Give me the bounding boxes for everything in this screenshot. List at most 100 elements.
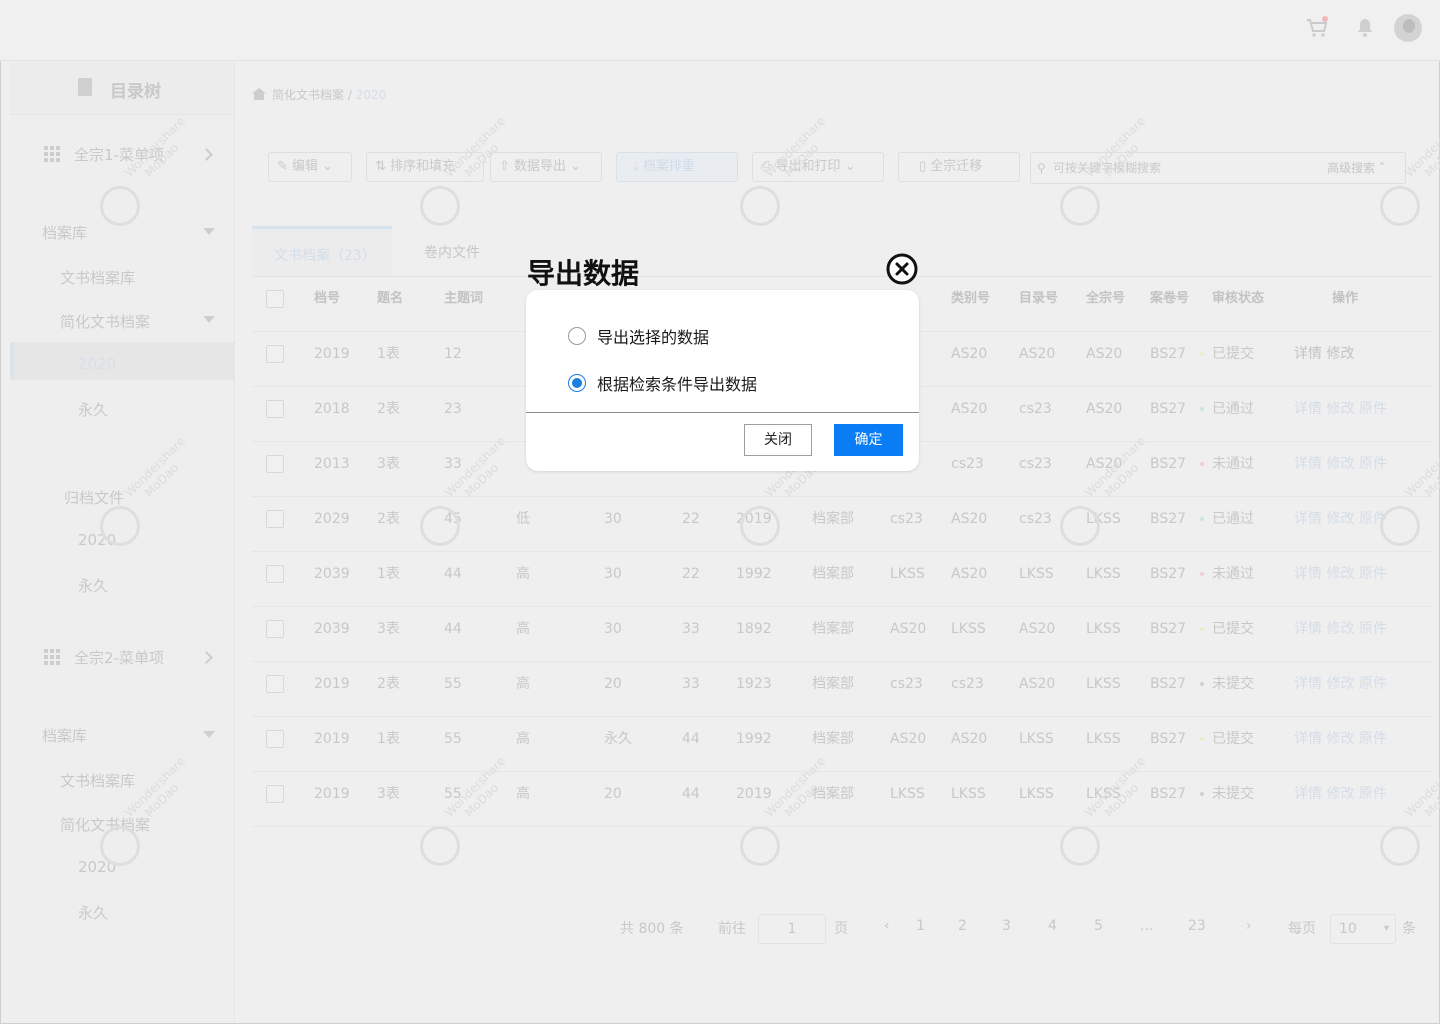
next-page-button[interactable]: › bbox=[1246, 918, 1252, 934]
sidebar-item-simplified[interactable]: 简化文书档案 bbox=[60, 311, 150, 332]
option-export-selected[interactable]: 导出选择的数据 bbox=[568, 324, 709, 348]
sidebar-item-permanent[interactable]: 永久 bbox=[78, 575, 108, 596]
page-button[interactable]: 3 bbox=[1002, 918, 1011, 934]
table-cell: 2018 bbox=[314, 401, 350, 417]
chevron-right-icon[interactable] bbox=[200, 651, 213, 664]
print-button[interactable]: ⎙ 导出和打印 ⌄ bbox=[752, 152, 884, 182]
row-actions[interactable]: 详情 修改 原件 bbox=[1294, 386, 1387, 441]
table-cell: 已提交 bbox=[1200, 716, 1254, 771]
page-button[interactable]: 2 bbox=[958, 918, 967, 934]
row-checkbox[interactable] bbox=[266, 455, 284, 473]
table-cell: 1表 bbox=[377, 566, 400, 582]
page-button[interactable]: 1 bbox=[916, 918, 925, 934]
row-actions[interactable]: 详情 修改 原件 bbox=[1294, 551, 1387, 606]
bell-icon[interactable] bbox=[1352, 14, 1378, 40]
confirm-button[interactable]: 确定 bbox=[834, 424, 903, 456]
row-checkbox[interactable] bbox=[266, 345, 284, 363]
page-button[interactable]: 5 bbox=[1094, 918, 1103, 934]
cart-icon[interactable] bbox=[1304, 14, 1330, 40]
table-row[interactable]: 2039 1表 44 高 30 22 1992 档案部 LKSS AS20 LKSS LKSS BS27… bbox=[252, 551, 1432, 607]
tab-documents[interactable]: 文书档案（23） bbox=[252, 226, 392, 276]
table-cell: AS20 bbox=[1019, 676, 1056, 692]
data-export-button[interactable]: ⇧ 数据导出 ⌄ bbox=[490, 152, 602, 182]
table-cell: 永久 bbox=[604, 731, 632, 747]
radio-export-selected[interactable] bbox=[568, 327, 586, 345]
caret-down-icon[interactable] bbox=[203, 316, 215, 323]
status-dot bbox=[1200, 682, 1204, 686]
table-row[interactable]: 2039 3表 44 高 30 33 1892 档案部 AS20 LKSS AS20 LKSS BS27… bbox=[252, 606, 1432, 662]
table-cell: 44 bbox=[682, 786, 700, 802]
table-cell: 2表 bbox=[377, 511, 400, 527]
dedupe-button[interactable]: ⤓ 档案排重 bbox=[616, 152, 738, 182]
edit-button[interactable]: ✎ 编辑 ⌄ bbox=[268, 152, 352, 182]
sidebar-item-fonds1[interactable]: 全宗1-菜单项 bbox=[74, 144, 164, 165]
close-button[interactable]: 关闭 bbox=[744, 424, 812, 456]
migrate-button[interactable]: ▯ 全宗迁移 bbox=[898, 152, 1020, 182]
prev-page-button[interactable]: ‹ bbox=[884, 918, 890, 934]
table-cell: 低 bbox=[516, 511, 530, 527]
row-actions[interactable]: 详情 修改 原件 bbox=[1294, 771, 1387, 826]
row-actions[interactable]: 详情 修改 原件 bbox=[1294, 496, 1387, 551]
tab-volume-files[interactable]: 卷内文件 bbox=[404, 226, 504, 276]
column-header: 审核状态 bbox=[1212, 291, 1265, 306]
table-cell: 55 bbox=[444, 786, 462, 802]
select-all-checkbox[interactable] bbox=[266, 290, 284, 308]
caret-down-icon[interactable] bbox=[203, 731, 215, 738]
sidebar-item-filed[interactable]: 归档文件 bbox=[64, 487, 124, 508]
page-button[interactable]: 23 bbox=[1188, 918, 1206, 934]
option-export-by-filter-label: 根据检索条件导出数据 bbox=[597, 375, 758, 394]
table-cell: LKSS bbox=[1086, 786, 1121, 802]
row-actions[interactable]: 详情 修改 原件 bbox=[1294, 716, 1387, 771]
row-checkbox[interactable] bbox=[266, 620, 284, 638]
table-cell: AS20 bbox=[1019, 621, 1056, 637]
search-input[interactable]: ⚲ 可按关键字模糊搜索 高级搜索 ˄ bbox=[1030, 152, 1406, 184]
row-checkbox[interactable] bbox=[266, 565, 284, 583]
table-cell: 3表 bbox=[377, 786, 400, 802]
status-dot bbox=[1200, 627, 1204, 631]
table-row[interactable]: 2019 2表 55 高 20 33 1923 档案部 cs23 cs23 AS20 LKSS BS27… bbox=[252, 661, 1432, 717]
sidebar-item-permanent[interactable]: 永久 bbox=[78, 399, 108, 420]
breadcrumb-parent[interactable]: 简化文书档案 / bbox=[272, 88, 356, 102]
sidebar-item-2020[interactable]: 2020 bbox=[78, 858, 116, 876]
close-icon[interactable] bbox=[886, 253, 918, 285]
pagination-page-suffix: 页 bbox=[834, 921, 848, 937]
sort-button-label: 排序和填充 bbox=[390, 159, 456, 174]
sidebar-item-docs-lib[interactable]: 文书档案库 bbox=[60, 267, 135, 288]
sidebar-item-fonds2[interactable]: 全宗2-菜单项 bbox=[74, 647, 164, 668]
row-actions[interactable]: 详情 修改 原件 bbox=[1294, 606, 1387, 661]
table-cell: BS27 bbox=[1150, 346, 1187, 362]
row-actions[interactable]: 详情 修改 bbox=[1294, 331, 1354, 386]
row-checkbox[interactable] bbox=[266, 730, 284, 748]
sort-fill-button[interactable]: ⇅ 排序和填充 bbox=[366, 152, 484, 182]
column-header: 档号 bbox=[314, 291, 341, 306]
sidebar-item-simplified[interactable]: 简化文书档案 bbox=[60, 814, 150, 835]
table-row[interactable]: 2019 3表 55 高 20 44 2019 档案部 LKSS LKSS LKSS LKSS BS27… bbox=[252, 771, 1432, 827]
avatar[interactable] bbox=[1394, 14, 1422, 42]
option-export-by-filter[interactable]: 根据检索条件导出数据 bbox=[568, 371, 757, 395]
row-checkbox[interactable] bbox=[266, 510, 284, 528]
advanced-search-link[interactable]: 高级搜索 ˄ bbox=[1327, 153, 1385, 183]
radio-export-by-filter[interactable] bbox=[568, 374, 586, 392]
sidebar-item-2020[interactable]: 2020 bbox=[78, 355, 116, 373]
per-page-select[interactable]: 10 ▾ bbox=[1330, 914, 1396, 944]
row-checkbox[interactable] bbox=[266, 675, 284, 693]
row-checkbox[interactable] bbox=[266, 785, 284, 803]
home-icon[interactable] bbox=[252, 88, 266, 100]
row-actions[interactable]: 详情 修改 原件 bbox=[1294, 441, 1387, 496]
table-row[interactable]: 2019 1表 55 高 永久 44 1992 档案部 AS20 AS20 LKSS LKSS BS27… bbox=[252, 716, 1432, 772]
caret-down-icon[interactable] bbox=[203, 228, 215, 235]
table-cell: 档案部 bbox=[812, 731, 854, 747]
page-jump-input[interactable]: 1 bbox=[758, 914, 826, 944]
table-cell: 20 bbox=[604, 786, 622, 802]
sidebar-item-2020[interactable]: 2020 bbox=[78, 531, 116, 549]
page-button[interactable]: 4 bbox=[1048, 918, 1057, 934]
sidebar-item-docs-lib[interactable]: 文书档案库 bbox=[60, 770, 135, 791]
sidebar-section-archive[interactable]: 档案库 bbox=[42, 222, 87, 243]
sidebar-item-permanent[interactable]: 永久 bbox=[78, 902, 108, 923]
per-page-suffix: 条 bbox=[1402, 921, 1416, 937]
row-checkbox[interactable] bbox=[266, 400, 284, 418]
sidebar-section-archive[interactable]: 档案库 bbox=[42, 725, 87, 746]
table-row[interactable]: 2029 2表 45 低 30 22 2019 档案部 cs23 AS20 cs23 LKSS BS27… bbox=[252, 496, 1432, 552]
row-actions[interactable]: 详情 修改 原件 bbox=[1294, 661, 1387, 716]
chevron-right-icon[interactable] bbox=[200, 148, 213, 161]
